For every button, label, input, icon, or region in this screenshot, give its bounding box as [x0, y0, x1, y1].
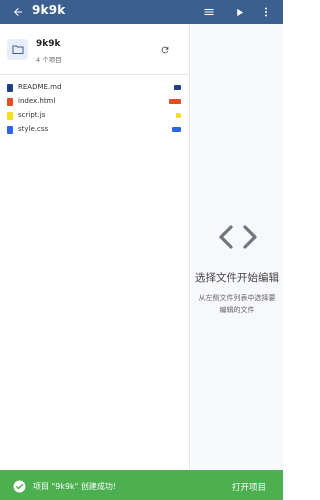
file-explorer-panel: 9k9k 4 个项目 README.md index.html script.j…	[0, 24, 190, 470]
app-root: 9k9k 9k9k 4 个项目 README.md index.html scr…	[0, 0, 283, 500]
menu-icon[interactable]	[201, 4, 217, 20]
javascript-file-icon	[7, 112, 13, 120]
empty-state-title: 选择文件开始编辑	[195, 272, 279, 284]
empty-state-subtitle: 从左侧文件列表中选择要 编辑的文件	[191, 292, 283, 316]
check-circle-icon	[13, 478, 26, 493]
top-app-bar: 9k9k	[0, 0, 283, 24]
empty-state-subtitle-line2: 编辑的文件	[219, 306, 255, 314]
file-item-index-html[interactable]: index.html	[0, 95, 190, 109]
folder-icon	[7, 39, 28, 60]
project-name: 9k9k	[36, 39, 61, 49]
open-project-button[interactable]: 打开项目	[232, 481, 266, 493]
html-file-icon	[7, 98, 13, 106]
snackbar-message: 项目 "9k9k" 创建成功!	[33, 482, 117, 491]
back-arrow-icon[interactable]	[10, 4, 26, 20]
file-item-readme[interactable]: README.md	[0, 81, 190, 95]
file-name: index.html	[18, 97, 56, 105]
refresh-icon[interactable]	[158, 43, 172, 57]
file-item-script-js[interactable]: script.js	[0, 109, 190, 123]
empty-state-subtitle-line1: 从左侧文件列表中选择要	[198, 294, 276, 302]
file-list: README.md index.html script.js style.css	[0, 81, 190, 137]
file-name: script.js	[18, 111, 46, 119]
file-item-style-css[interactable]: style.css	[0, 123, 190, 137]
app-bar-title: 9k9k	[32, 3, 66, 17]
play-icon[interactable]	[231, 4, 247, 20]
file-type-badge	[176, 113, 181, 118]
success-snackbar: 项目 "9k9k" 创建成功! 打开项目	[0, 470, 283, 500]
file-type-badge	[174, 85, 181, 90]
project-item-count: 4 个项目	[36, 56, 62, 64]
file-type-badge	[172, 127, 181, 132]
editor-panel: 选择文件开始编辑 从左侧文件列表中选择要 编辑的文件	[191, 24, 283, 470]
css-file-icon	[7, 126, 13, 134]
file-type-badge	[169, 99, 181, 104]
file-name: README.md	[18, 83, 62, 91]
code-brackets-icon	[217, 224, 259, 250]
file-name: style.css	[18, 125, 49, 133]
more-vert-icon[interactable]	[258, 4, 274, 20]
project-header[interactable]: 9k9k 4 个项目	[0, 24, 190, 75]
markdown-file-icon	[7, 84, 13, 92]
